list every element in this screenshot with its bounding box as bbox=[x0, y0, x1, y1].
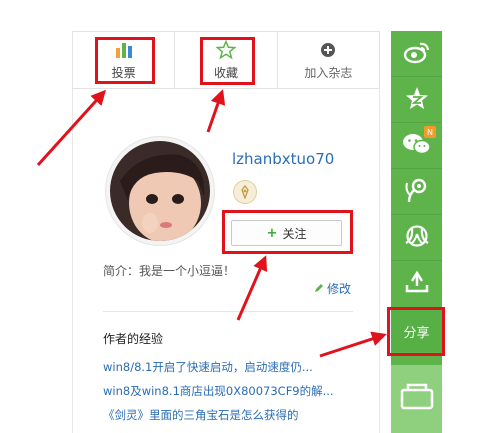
author-intro: 简介：我是一个小逗逼！ bbox=[103, 264, 236, 278]
avatar[interactable] bbox=[106, 137, 214, 245]
share-panel-toggle[interactable] bbox=[391, 365, 442, 433]
vote-label: 投票 bbox=[111, 65, 136, 80]
share-tencent-weibo[interactable] bbox=[391, 169, 442, 215]
weibo-icon bbox=[403, 40, 431, 68]
share-wechat[interactable]: N bbox=[391, 123, 442, 169]
pencil-icon bbox=[314, 282, 324, 296]
share-renren[interactable] bbox=[391, 215, 442, 261]
experience-list: win8/8.1开启了快速启动，启动速度仍... win8及win8.1商店出现… bbox=[103, 360, 363, 432]
level-badge-icon bbox=[233, 180, 257, 204]
plus-circle-icon bbox=[320, 40, 336, 60]
username[interactable]: lzhanbxtuo70 bbox=[232, 150, 334, 168]
tencent-weibo-icon bbox=[403, 177, 431, 207]
edit-label: 修改 bbox=[327, 282, 352, 296]
vote-button[interactable]: 投票 bbox=[73, 32, 176, 88]
share-button[interactable]: 分享 bbox=[391, 310, 442, 352]
add-to-magazine-button[interactable]: 加入杂志 bbox=[278, 32, 379, 88]
follow-label: 关注 bbox=[282, 226, 307, 241]
plus-icon: + bbox=[266, 225, 278, 241]
qzone-icon bbox=[405, 86, 429, 114]
vote-chart-icon bbox=[115, 40, 133, 60]
add-to-magazine-label: 加入杂志 bbox=[304, 65, 353, 80]
share-weibo[interactable] bbox=[391, 31, 442, 77]
renren-icon bbox=[403, 224, 431, 251]
new-badge: N bbox=[424, 126, 436, 138]
action-bar: 投票 收藏 加入杂志 bbox=[72, 31, 380, 89]
experience-link[interactable]: win8及win8.1商店出现0X80073CF9的解... bbox=[103, 384, 363, 408]
share-tool-icon bbox=[404, 269, 430, 299]
star-icon bbox=[215, 39, 236, 60]
experience-title: 作者的经验 bbox=[103, 332, 164, 346]
collect-label: 收藏 bbox=[213, 65, 238, 80]
experience-link[interactable]: win8/8.1开启了快速启动，启动速度仍... bbox=[103, 360, 363, 384]
collect-button[interactable]: 收藏 bbox=[175, 32, 278, 88]
share-qzone[interactable] bbox=[391, 77, 442, 123]
experience-link[interactable]: 《剑灵》里面的三角宝石是怎么获得的 bbox=[103, 408, 363, 432]
follow-button[interactable]: + 关注 bbox=[231, 220, 342, 246]
edit-intro-link[interactable]: 修改 bbox=[314, 280, 351, 297]
divider bbox=[103, 311, 353, 312]
share-more[interactable] bbox=[391, 261, 442, 307]
share-panel-icon bbox=[399, 382, 435, 416]
